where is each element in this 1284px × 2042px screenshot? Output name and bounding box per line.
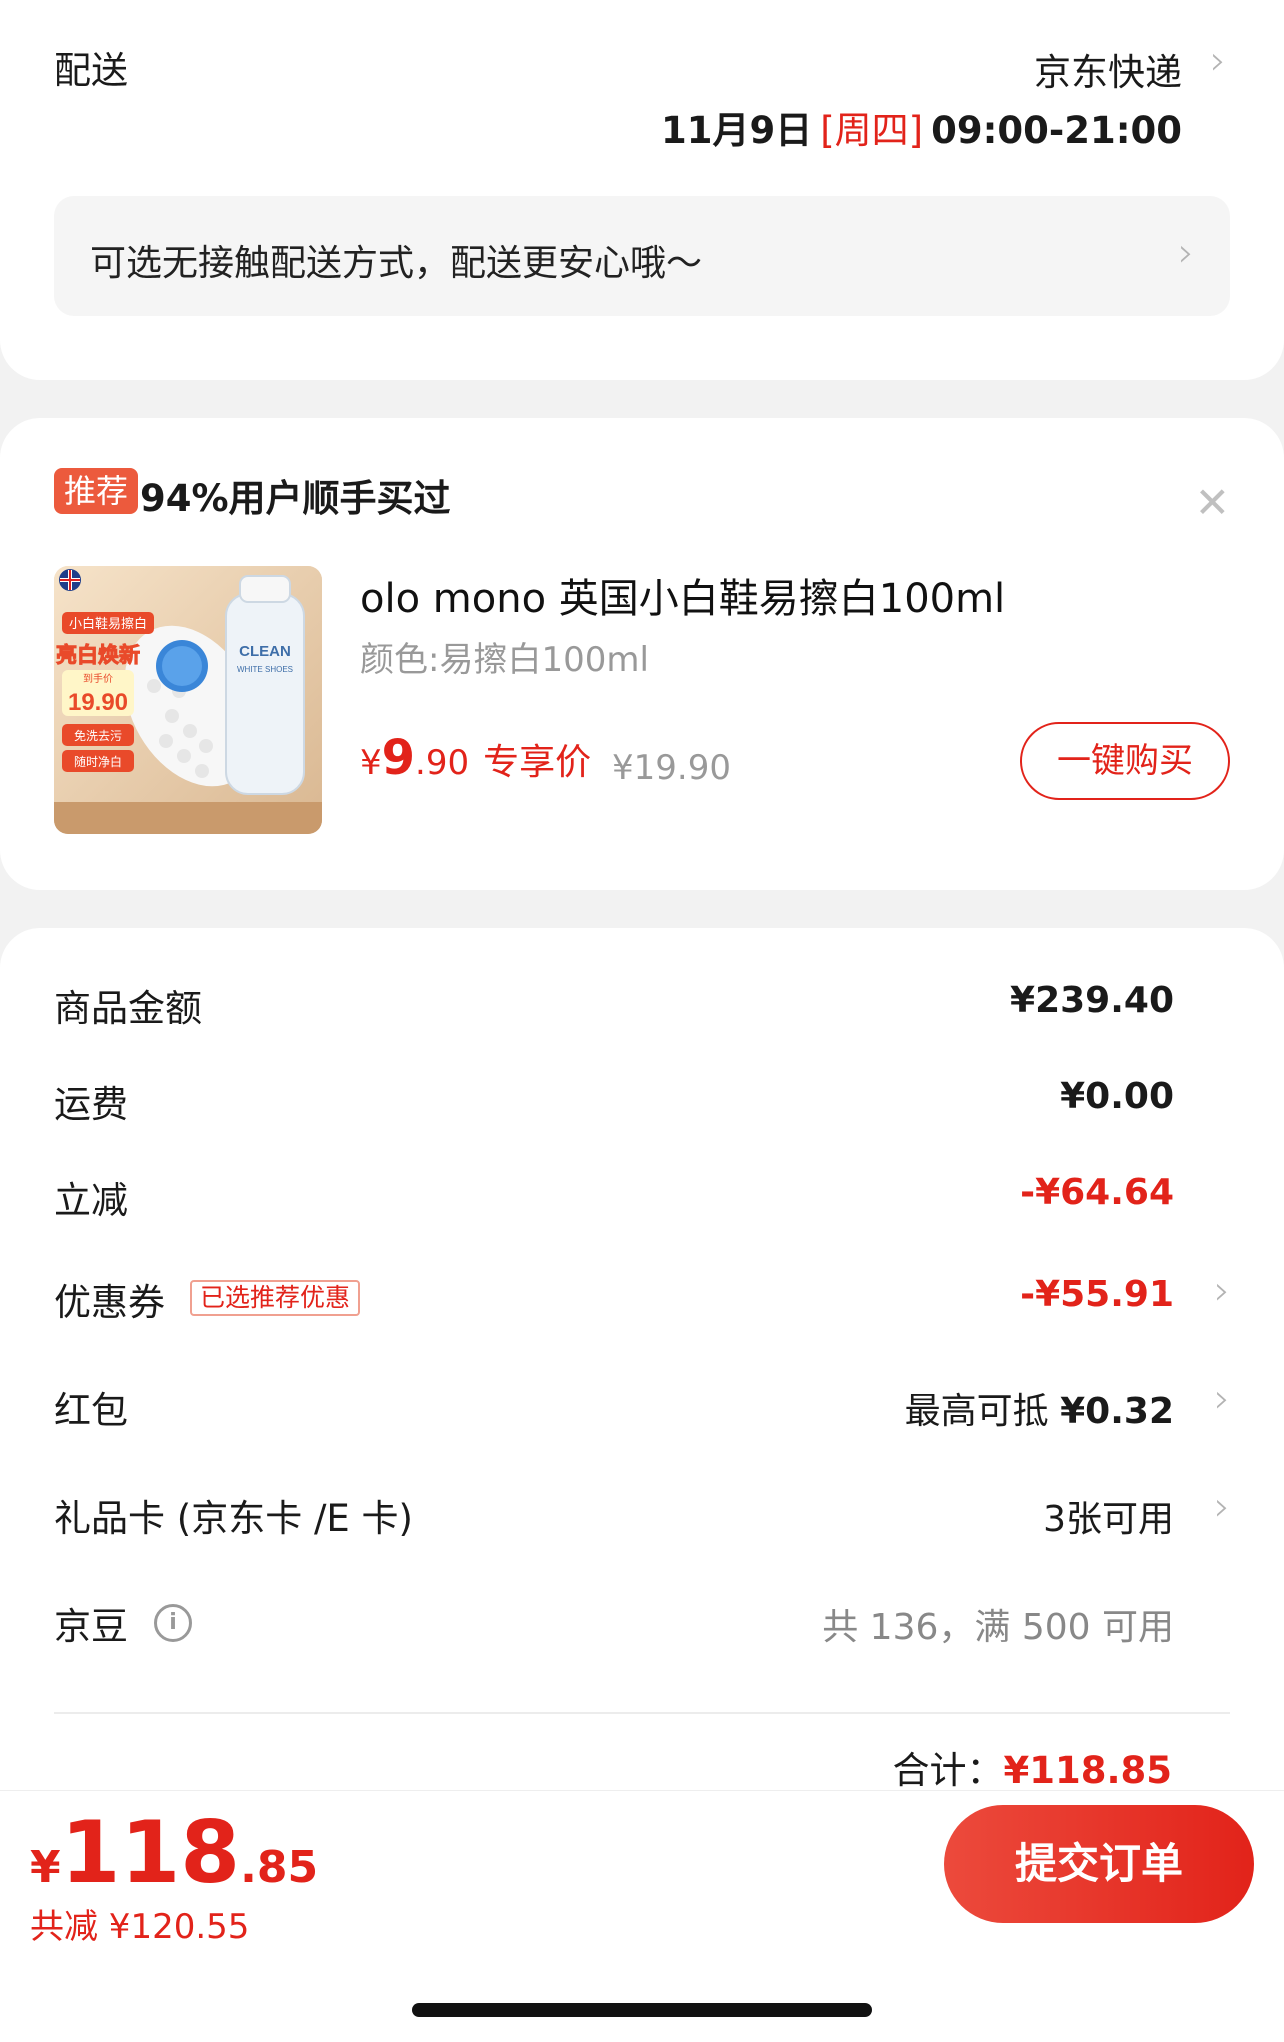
delivery-label: 配送 (54, 49, 128, 92)
gift-card-row[interactable]: 礼品卡 (京东卡 /E 卡) 3张可用 › (54, 1484, 1230, 1548)
price-decimal: .90 (415, 743, 470, 783)
delivery-weekday: [周四] (820, 109, 924, 152)
product-price: ¥9.90 专享价 (360, 730, 591, 786)
promo-feature-1: 免洗去污 (74, 728, 122, 743)
product-spec: 颜色:易擦白100ml (360, 640, 649, 680)
product-image-graphic: CLEAN WHITE SHOES 小白鞋易擦白 亮白焕新 到手价 19.90 … (54, 566, 322, 834)
row-value: 共 136，满 500 可用 (822, 1607, 1174, 1648)
row-label: 运费 (54, 1083, 128, 1126)
row-value: ¥239.40 (1010, 980, 1174, 1021)
row-value: -¥55.91 (1020, 1274, 1174, 1315)
promo-banner-text: 小白鞋易擦白 (69, 616, 147, 632)
shipping-row: 运费 ¥0.00 (54, 1074, 1230, 1134)
close-icon[interactable]: ✕ (1195, 478, 1230, 527)
row-label: 商品金额 (54, 987, 202, 1030)
discount-row: 立减 -¥64.64 (54, 1170, 1230, 1230)
row-label: 立减 (54, 1179, 128, 1222)
chevron-right-icon: › (1214, 1376, 1230, 1422)
total-integer: 118 (60, 1803, 241, 1903)
checkout-bar: ¥118.85 共减 ¥120.55 提交订单 (0, 1790, 1284, 2042)
recommend-title: 94%用户顺手买过 (140, 477, 451, 520)
promo-price-label: 到手价 (83, 672, 113, 685)
order-confirm-page: 配送 京东快递 › 11月9日 [周四] 09:00-21:00 可选无接触配送方式… (0, 0, 1284, 2042)
delivery-date-day: 11月9日 (660, 109, 813, 152)
promo-price: 19.90 (68, 689, 128, 716)
subtotal: 合计：¥118.85 (892, 1740, 1172, 1794)
product-image[interactable]: CLEAN WHITE SHOES 小白鞋易擦白 亮白焕新 到手价 19.90 … (54, 566, 322, 834)
row-value: 3张可用 (1043, 1499, 1174, 1540)
chevron-right-icon[interactable]: › (1210, 38, 1226, 84)
jingdou-row: 京豆 i 共 136，满 500 可用 (54, 1596, 1230, 1656)
row-label: 优惠券 (54, 1281, 165, 1324)
red-packet-row[interactable]: 红包 最高可抵 ¥0.32 › (54, 1376, 1230, 1440)
total-saved[interactable]: 共减 ¥120.55 (30, 1899, 249, 1948)
promo-headline-text: 亮白焕新 (56, 643, 140, 667)
chevron-right-icon: › (1214, 1268, 1230, 1314)
red-packet-amount: ¥0.32 (1060, 1391, 1174, 1432)
one-click-buy-button[interactable]: 一键购买 (1020, 722, 1230, 800)
row-label: 礼品卡 (京东卡 /E 卡) (54, 1497, 413, 1540)
original-price: ¥19.90 (612, 748, 731, 788)
divider (54, 1712, 1230, 1714)
home-indicator (412, 2003, 872, 2017)
subtotal-amount: ¥118.85 (1003, 1749, 1172, 1792)
coupon-row[interactable]: 优惠券 已选推荐优惠 -¥55.91 › (54, 1268, 1230, 1332)
row-value: -¥64.64 (1020, 1172, 1174, 1213)
exclusive-price-label: 专享价 (483, 742, 592, 783)
price-currency: ¥ (360, 743, 382, 783)
subtotal-label: 合计： (892, 1749, 1004, 1792)
red-packet-prefix: 最高可抵 (904, 1391, 1061, 1432)
row-label: 红包 (54, 1389, 128, 1432)
delivery-card: 配送 京东快递 › 11月9日 [周四] 09:00-21:00 可选无接触配送方式… (0, 0, 1284, 380)
chevron-right-icon: › (1178, 230, 1194, 276)
delivery-carrier[interactable]: 京东快递 (1034, 42, 1182, 96)
contactless-delivery-option[interactable]: 可选无接触配送方式，配送更安心哦～ › (54, 196, 1230, 316)
price-integer: 9 (381, 730, 416, 786)
recommend-tag: 推荐 (54, 468, 139, 514)
total-decimal: .85 (240, 1842, 319, 1893)
total-price: ¥118.85 (30, 1803, 318, 1903)
submit-order-button[interactable]: 提交订单 (944, 1805, 1254, 1923)
contactless-text: 可选无接触配送方式，配送更安心哦～ (90, 243, 703, 284)
recommend-card: 推荐 94%用户顺手买过 ✕ CLEAN WHITE SHOES 小白鞋易擦白 … (0, 418, 1284, 890)
info-icon[interactable]: i (154, 1604, 192, 1642)
product-name[interactable]: olo mono 英国小白鞋易擦白100ml (360, 566, 1005, 624)
coupon-selected-badge: 已选推荐优惠 (190, 1280, 361, 1316)
delivery-date[interactable]: 11月9日 [周四] 09:00-21:00 (661, 100, 1182, 154)
goods-amount-row: 商品金额 ¥239.40 (54, 978, 1230, 1038)
total-currency: ¥ (30, 1842, 61, 1893)
delivery-time: 09:00-21:00 (931, 109, 1182, 152)
row-label: 京豆 (54, 1605, 128, 1648)
row-value: ¥0.00 (1060, 1076, 1174, 1117)
promo-feature-2: 随时净白 (74, 754, 122, 769)
chevron-right-icon: › (1214, 1484, 1230, 1530)
row-value: 最高可抵 ¥0.32 (905, 1382, 1174, 1434)
bottle-sub-text: WHITE SHOES (237, 665, 293, 674)
bottle-brand-text: CLEAN (239, 643, 291, 660)
